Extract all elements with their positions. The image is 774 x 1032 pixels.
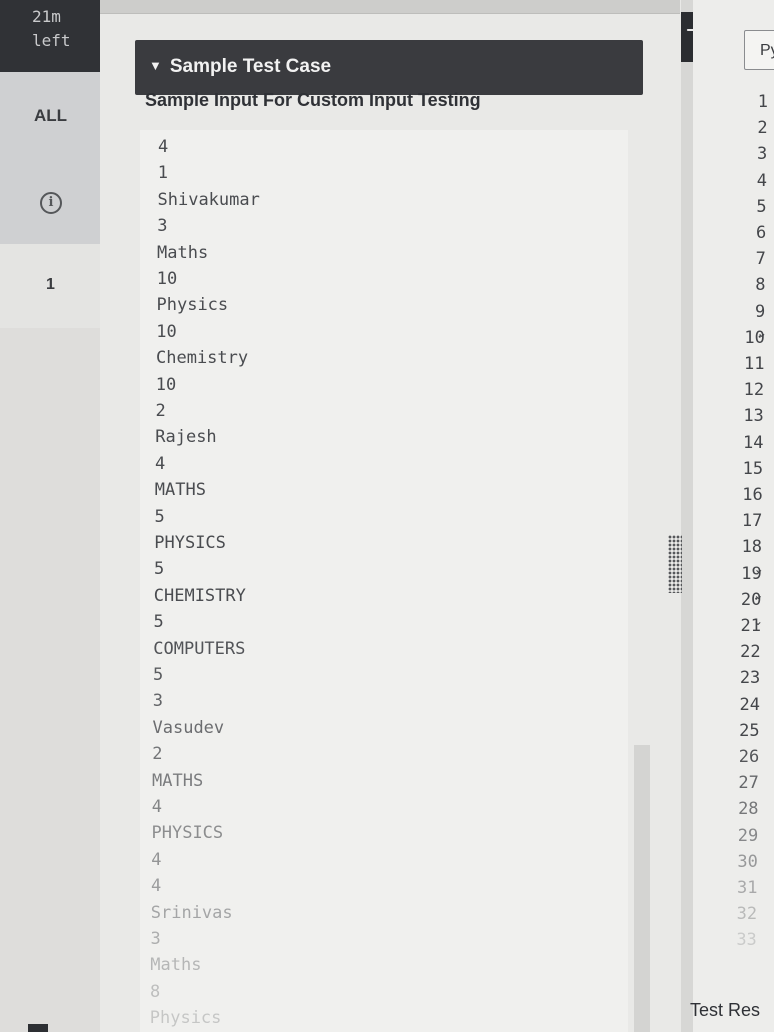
input-scrollbar[interactable]: [634, 745, 650, 1032]
sample-input-line: 4: [151, 876, 162, 897]
taskbar-icon: [28, 1024, 48, 1032]
line-number: 13: [743, 406, 764, 427]
sample-input-line: 3: [152, 691, 163, 712]
sample-input-line: 8: [150, 981, 161, 1002]
line-number: 4: [756, 170, 767, 191]
sample-input-line: Vasudev: [152, 717, 225, 738]
problem-statement-edge: [100, 0, 680, 14]
sample-input-line: Maths: [157, 242, 209, 263]
line-number: 18: [741, 537, 763, 558]
filter-all-button[interactable]: ALL: [0, 72, 100, 160]
test-results-label: Test Res: [690, 1000, 761, 1020]
line-number: 12: [743, 380, 765, 401]
sample-input-line: 5: [154, 559, 165, 580]
sample-input-line: Chemistry: [156, 348, 249, 369]
line-number: 21: [740, 616, 761, 636]
sample-test-case-toggle[interactable]: ▼ Sample Test Case: [135, 40, 643, 95]
sample-input-line: 3: [150, 929, 161, 949]
sample-input-line: 4: [155, 453, 166, 474]
sample-input-line: 5: [153, 612, 164, 633]
sample-input-panel: [140, 130, 628, 1032]
line-number: 33: [736, 930, 757, 951]
sample-input-line: 5: [154, 506, 165, 527]
fold-chevron-icon[interactable]: ⌄: [757, 326, 767, 340]
line-number: 32: [736, 904, 758, 925]
line-number: 29: [737, 825, 759, 846]
sample-input-line: 10: [156, 269, 178, 289]
line-number: 8: [755, 275, 766, 296]
info-button[interactable]: i: [0, 160, 100, 244]
sample-input-line: 5: [153, 665, 164, 685]
sample-input-line: PHYSICS: [151, 823, 224, 844]
language-select-value: Py: [760, 42, 774, 59]
sample-input-line: 4: [151, 849, 162, 870]
fold-chevron-icon[interactable]: ⌄: [753, 614, 763, 628]
sample-input-line: MATHS: [154, 480, 206, 501]
line-number: 11: [744, 354, 765, 374]
line-number: 24: [739, 694, 760, 715]
line-number: 14: [742, 432, 764, 453]
question-1-tab[interactable]: 1: [0, 244, 100, 328]
sample-input-line: 2: [152, 744, 163, 765]
resize-grip-icon[interactable]: [668, 535, 682, 593]
line-number: 22: [740, 642, 761, 663]
line-number: 2: [757, 118, 768, 139]
line-number: 30: [737, 851, 758, 872]
line-number: 9: [754, 301, 766, 322]
sample-input-line: Rajesh: [155, 427, 217, 448]
line-number: 19: [741, 563, 762, 584]
question-number: 1: [46, 276, 55, 293]
sample-input-line: 3: [157, 216, 168, 237]
language-select[interactable]: Py: [744, 30, 774, 70]
time-remaining: 21m left: [0, 0, 100, 72]
line-number: 20: [740, 589, 762, 610]
info-icon: i: [40, 192, 62, 214]
sample-input-line: PHYSICS: [154, 533, 226, 553]
fold-chevron-icon[interactable]: ⌄: [754, 562, 764, 576]
triangle-down-icon: ▼: [149, 58, 162, 73]
line-number: 31: [737, 878, 758, 898]
sample-input-line: Physics: [156, 295, 229, 316]
line-number: 16: [742, 485, 763, 505]
sample-input-heading: Sample Input For Custom Input Testing: [145, 90, 481, 110]
line-number: 28: [738, 799, 759, 820]
test-results-tab[interactable]: Test Res: [690, 1000, 760, 1021]
sample-input-line: Maths: [150, 955, 202, 976]
filter-all-label: ALL: [34, 106, 68, 125]
line-number: 17: [741, 511, 763, 532]
sample-input-line: 4: [151, 797, 162, 817]
sample-input-line: 4: [158, 137, 169, 157]
sample-input-line: 10: [156, 321, 177, 342]
line-number: 23: [739, 668, 761, 689]
line-number: 15: [742, 458, 764, 479]
pane-divider[interactable]: [681, 0, 693, 1032]
sample-input-line: 1: [157, 163, 168, 184]
sample-input-line: MATHS: [152, 770, 204, 791]
line-number: 27: [738, 773, 759, 794]
line-number: 10: [744, 327, 765, 348]
line-number: 5: [756, 196, 767, 217]
line-number: 7: [755, 249, 766, 270]
line-number: 6: [756, 223, 767, 243]
sample-input-line: 2: [155, 401, 166, 421]
timer-suffix: left: [32, 31, 71, 50]
sample-test-case-title: Sample Test Case: [169, 56, 332, 77]
sample-input-line: Srinivas: [150, 902, 233, 923]
sample-input-line: Shivakumar: [157, 189, 260, 210]
line-number: 3: [757, 144, 768, 165]
line-number: 1: [757, 92, 768, 112]
timer-value: 21m: [32, 7, 61, 26]
sample-input-line: CHEMISTRY: [153, 585, 246, 606]
sample-input-line: COMPUTERS: [153, 638, 246, 659]
sample-input-line: 10: [155, 374, 177, 395]
fold-chevron-icon[interactable]: ⌄: [753, 588, 763, 602]
sample-input-line: Physics: [149, 1008, 222, 1029]
line-number: 25: [739, 720, 760, 741]
line-number: 26: [738, 747, 760, 767]
